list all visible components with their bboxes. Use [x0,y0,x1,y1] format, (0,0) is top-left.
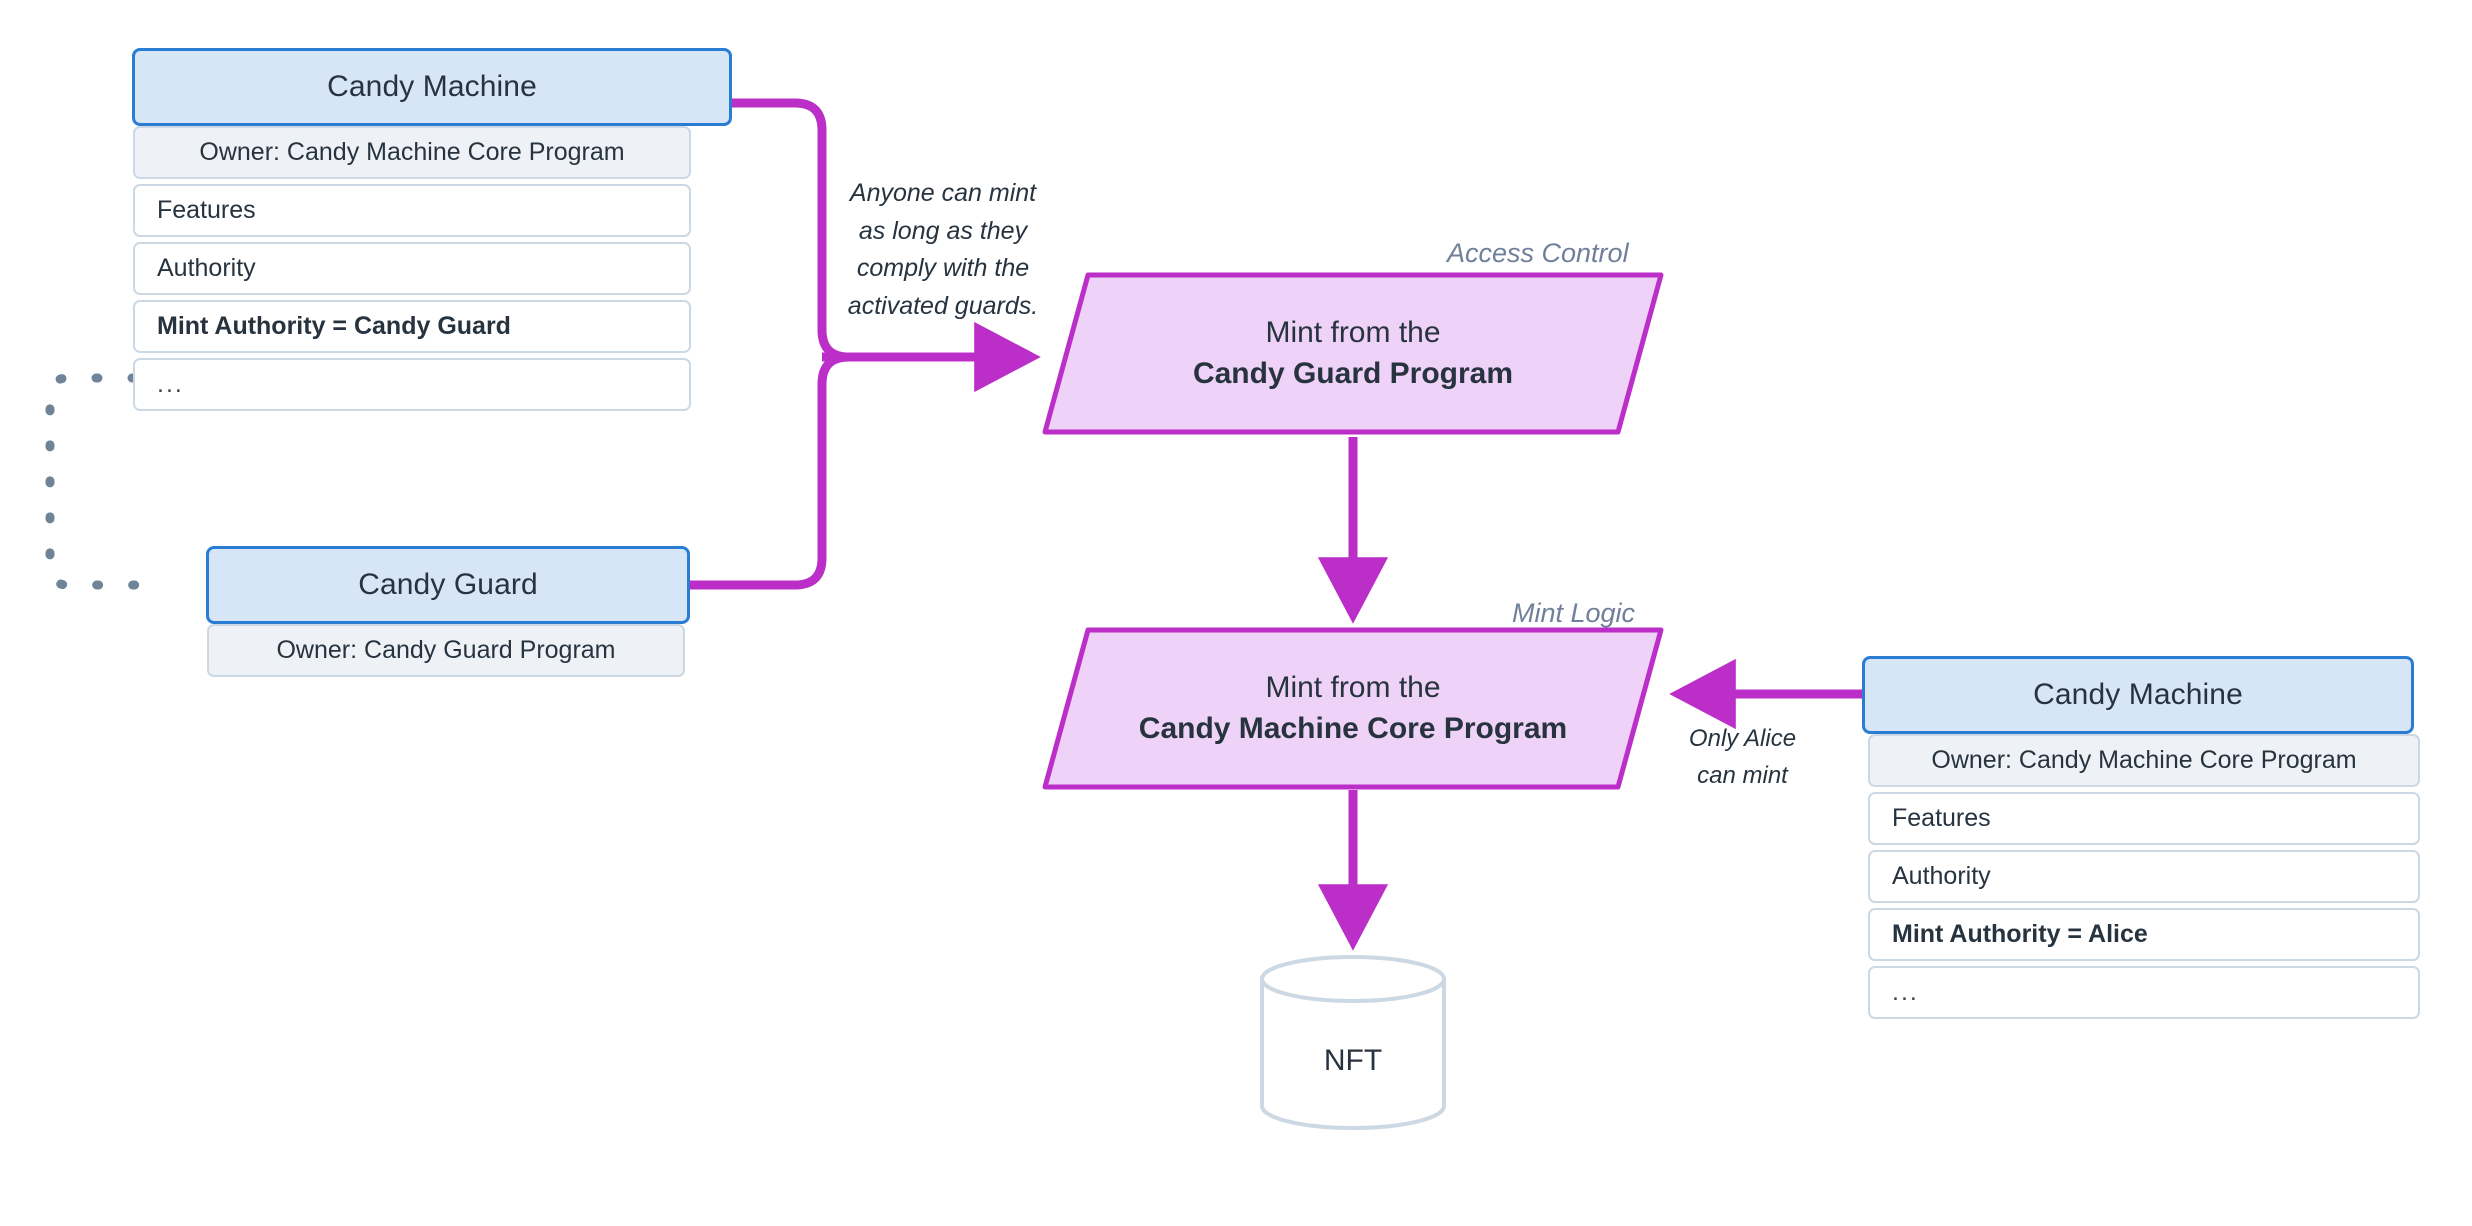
account-row-owner: Owner: Candy Machine Core Program [133,126,691,179]
account-row-more-right: ... [1868,966,2420,1019]
account-card-candy-guard[interactable]: Candy Guard Owner: Candy Guard Program [206,546,690,677]
account-row-more: ... [133,358,691,411]
account-row-mint-authority: Mint Authority = Candy Guard [133,300,691,353]
datastore-node-nft[interactable]: NFT [1258,955,1448,1130]
account-title-candy-machine-left[interactable]: Candy Machine [132,48,732,126]
mint-logic-line1: Mint from the [1265,671,1441,704]
process-node-access-control[interactable]: Mint from the Candy Guard Program [1040,270,1666,437]
edge-label-only-alice-can-mint: Only Alice can mint [1688,725,1797,790]
edge-candy-guard-to-access-control [685,352,854,590]
mint-logic-text: Mint from the Candy Machine Core Program [1040,625,1666,792]
account-row-features: Features [133,184,691,237]
account-rows-candy-machine-right: Owner: Candy Machine Core Program Featur… [1868,734,2420,1019]
caption-access-control: Access Control [1447,238,1629,268]
mint-logic-line2: Candy Machine Core Program [1138,711,1568,745]
account-title-candy-guard[interactable]: Candy Guard [206,546,690,624]
account-row-owner-candy-guard: Owner: Candy Guard Program [207,624,685,677]
access-control-line2: Candy Guard Program [1192,356,1514,390]
edge-candy-machine-to-access-control [685,98,854,362]
account-rows-candy-machine-left: Owner: Candy Machine Core Program Featur… [133,126,691,411]
edge-label-anyone-can-mint: Anyone can mint as long as they comply w… [847,179,1039,320]
caption-mint-logic: Mint Logic [1512,598,1636,628]
diagram-canvas: Candy Machine Owner: Candy Machine Core … [0,0,2472,1226]
account-row-authority-right: Authority [1868,850,2420,903]
account-card-candy-machine-right[interactable]: Candy Machine Owner: Candy Machine Core … [1862,656,2420,1019]
account-row-mint-authority-right: Mint Authority = Alice [1868,908,2420,961]
access-control-line1: Mint from the [1265,316,1441,349]
account-card-candy-machine-left[interactable]: Candy Machine Owner: Candy Machine Core … [132,48,732,411]
account-row-owner-right: Owner: Candy Machine Core Program [1868,734,2420,787]
account-row-features-right: Features [1868,792,2420,845]
nft-label: NFT [1323,1043,1383,1077]
process-node-mint-logic[interactable]: Mint from the Candy Machine Core Program [1040,625,1666,792]
account-row-authority: Authority [133,242,691,295]
access-control-text: Mint from the Candy Guard Program [1040,270,1666,437]
account-title-candy-machine-right[interactable]: Candy Machine [1862,656,2414,734]
account-rows-candy-guard: Owner: Candy Guard Program [207,624,685,677]
